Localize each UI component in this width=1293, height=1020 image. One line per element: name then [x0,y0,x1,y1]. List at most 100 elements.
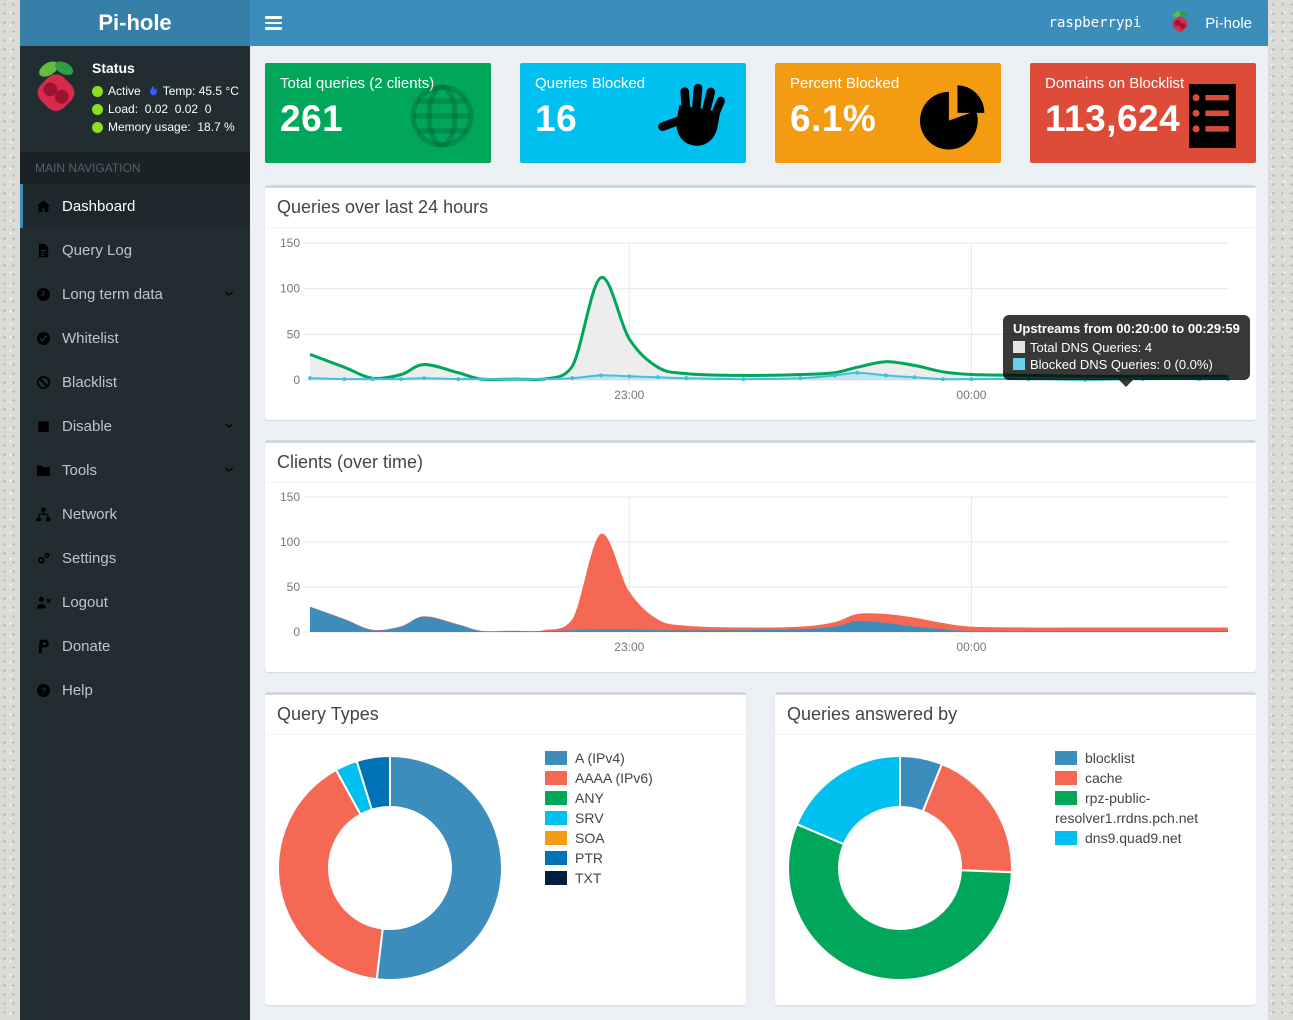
sidebar-item-disable[interactable]: Disable [20,404,250,448]
sidebar-item-donate[interactable]: Donate [20,624,250,668]
svg-text:23:00: 23:00 [614,388,644,402]
sidebar-item-tools[interactable]: Tools [20,448,250,492]
chevron-down-icon [222,287,236,301]
sidebar-section-label: MAIN NAVIGATION [20,152,250,184]
clients-over-time-chart[interactable]: 05010015023:0000:00 [265,483,1256,665]
home-icon [35,198,52,215]
legend-item-srv[interactable]: SRV [545,808,735,828]
answered-by-panel: Queries answered by blocklistcacherpz-pu… [775,692,1256,1005]
status-dot [92,122,103,133]
svg-text:0: 0 [293,625,300,639]
raspberry-icon [1169,10,1191,37]
sidebar-item-blacklist[interactable]: Blacklist [20,360,250,404]
legend-item-txt[interactable]: TXT [545,868,735,888]
sidebar-item-dashboard[interactable]: Dashboard [20,184,250,228]
query-types-legend: A (IPv4)AAAA (IPv6)ANYSRVSOAPTRTXT [545,748,735,888]
query-types-donut-chart[interactable] [270,748,510,988]
legend-item-cache[interactable]: cache [1055,768,1245,788]
chevron-down-icon [222,419,236,433]
svg-text:00:00: 00:00 [956,388,986,402]
answered-by-legend: blocklistcacherpz-public-resolver1.rrdns… [1055,748,1245,848]
status-active-label: Active [108,84,141,98]
flame-icon [146,85,158,98]
legend-item-ptr[interactable]: PTR [545,848,735,868]
sidebar-item-label: Donate [62,638,110,655]
stop-icon [35,418,52,435]
legend-item-any[interactable]: ANY [545,788,735,808]
status-memory-row: Memory usage: 18.7 % [92,120,239,134]
legend-swatch [545,811,567,825]
donut-panels-row: Query Types A (IPv4)AAAA (IPv6)ANYSRVSOA… [265,692,1256,1020]
clock-icon [35,286,52,303]
svg-text:100: 100 [280,535,300,549]
status-dot [92,86,103,97]
svg-text:50: 50 [287,580,301,594]
hostname-label: raspberrypi [1049,15,1142,31]
svg-text:150: 150 [280,490,300,504]
sidebar-item-settings[interactable]: Settings [20,536,250,580]
card-queries-blocked[interactable]: Queries Blocked 16 [520,63,746,163]
legend-item-dns9-quad9-net[interactable]: dns9.quad9.net [1055,828,1245,848]
sidebar-item-whitelist[interactable]: Whitelist [20,316,250,360]
sidebar-item-label: Query Log [62,242,132,259]
chevron-down-icon [222,463,236,477]
queries-over-time-panel: Queries over last 24 hours 05010015023:0… [265,185,1256,420]
folder-icon [35,462,52,479]
sidebar-item-label: Logout [62,594,108,611]
sidebar-item-help[interactable]: Help [20,668,250,712]
status-title: Status [92,60,239,76]
check-circle-icon [35,330,52,347]
status-load-row: Load: 0.02 0.02 0 [92,102,239,116]
pihole-admin-page: Pi-hole raspberrypi Pi-hole Status [20,0,1268,1020]
svg-text:23:00: 23:00 [614,640,644,654]
raspberry-logo [30,58,82,124]
brand-logo[interactable]: Pi-hole [20,0,250,46]
sidebar-item-label: Settings [62,550,116,567]
sidebar-item-label: Long term data [62,286,163,303]
status-block: Status Active Temp: 45.5 °C Load: 0.02 0… [92,58,239,138]
sidebar-item-label: Blacklist [62,374,117,391]
desktop-background: Pi-hole raspberrypi Pi-hole Status [0,0,1293,1020]
sidebar-item-logout[interactable]: Logout [20,580,250,624]
clients-over-time-panel: Clients (over time) 05010015023:0000:00 [265,440,1256,672]
legend-item-blocklist[interactable]: blocklist [1055,748,1245,768]
status-temp: Temp: 45.5 °C [163,84,239,98]
legend-item-a-ipv4[interactable]: A (IPv4) [545,748,735,768]
card-domains-on-blocklist[interactable]: Domains on Blocklist 113,624 [1030,63,1256,163]
sidebar-toggle-button[interactable] [250,0,296,46]
brand-text: Pi-hole [98,10,171,35]
sidebar-item-label: Help [62,682,93,699]
logout-icon [35,594,52,611]
card-total-queries-2-clients[interactable]: Total queries (2 clients) 261 [265,63,491,163]
legend-item-aaaa-ipv6[interactable]: AAAA (IPv6) [545,768,735,788]
status-load: Load: 0.02 0.02 0 [108,102,211,116]
sidebar-item-label: Network [62,506,117,523]
help-icon [35,682,52,699]
query-types-title: Query Types [265,695,746,735]
answered-by-title: Queries answered by [775,695,1256,735]
status-memory: Memory usage: 18.7 % [108,120,235,134]
status-active-row: Active Temp: 45.5 °C [92,84,239,98]
sidebar-item-label: Tools [62,462,97,479]
svg-text:0: 0 [293,373,300,387]
status-panel: Status Active Temp: 45.5 °C Load: 0.02 0… [20,46,250,152]
sidebar-item-long-term-data[interactable]: Long term data [20,272,250,316]
legend-item-soa[interactable]: SOA [545,828,735,848]
legend-swatch [545,831,567,845]
sidebar-item-network[interactable]: Network [20,492,250,536]
legend-swatch [1055,831,1077,845]
card-percent-blocked[interactable]: Percent Blocked 6.1% [775,63,1001,163]
sidebar: Status Active Temp: 45.5 °C Load: 0.02 0… [20,46,250,1020]
network-icon [35,506,52,523]
hand-icon [658,77,736,155]
sidebar-item-label: Whitelist [62,330,119,347]
legend-swatch [545,871,567,885]
product-label: Pi-hole [1205,15,1252,32]
queries-over-time-chart[interactable]: 05010015023:0000:00 [265,228,1256,413]
answered-by-donut-chart[interactable] [780,748,1020,988]
sidebar-item-query-log[interactable]: Query Log [20,228,250,272]
legend-item-rpz-public-resolver1-rrdns-pch-net[interactable]: rpz-public-resolver1.rrdns.pch.net [1055,788,1245,828]
legend-swatch [1055,791,1077,805]
legend-swatch [545,791,567,805]
legend-swatch [1055,751,1077,765]
